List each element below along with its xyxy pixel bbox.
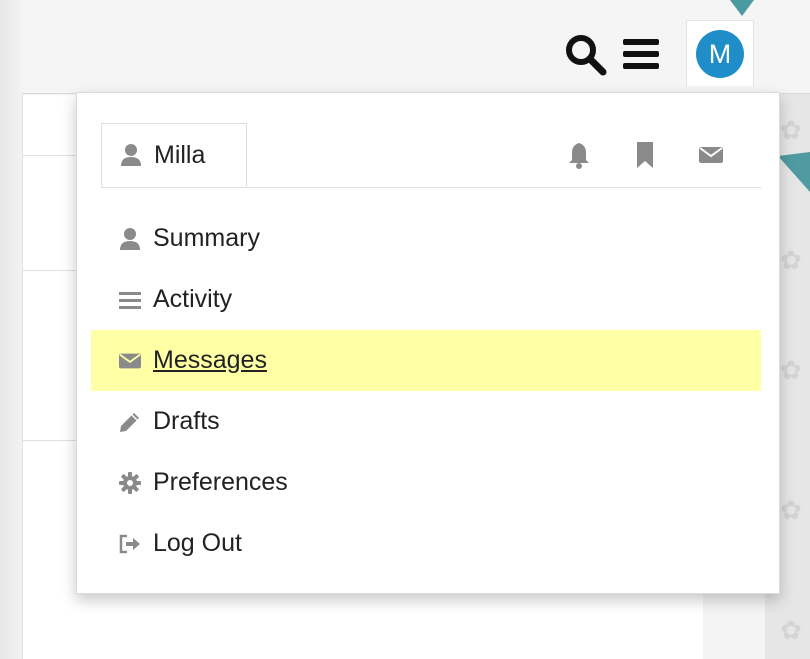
cog-icon (119, 471, 141, 494)
user-icon (120, 227, 140, 250)
menu-item-log-out[interactable]: Log Out (91, 513, 761, 574)
pencil-icon (120, 412, 139, 432)
menu-item-summary[interactable]: Summary (91, 208, 761, 269)
bell-icon (569, 143, 589, 169)
user-menu-button[interactable]: M (686, 20, 754, 86)
menu-item-messages[interactable]: Messages (91, 330, 761, 391)
search-icon (566, 35, 607, 76)
envelope-icon (119, 353, 141, 368)
menu-button[interactable] (616, 30, 666, 78)
menu-item-label: Messages (153, 346, 267, 374)
notifications-tab[interactable] (565, 139, 593, 171)
user-panel-tabs: Milla (101, 123, 761, 188)
menu-item-activity[interactable]: Activity (91, 269, 761, 330)
avatar: M (696, 29, 744, 78)
menu-item-label: Preferences (153, 468, 288, 496)
content-divider (22, 440, 82, 441)
pattern-tile: ✿ (780, 615, 802, 645)
menu-item-label: Summary (153, 224, 260, 252)
menu-item-label: Drafts (153, 407, 220, 435)
content-divider (22, 155, 82, 156)
menu-item-label: Log Out (153, 529, 242, 557)
sign-out-icon (119, 534, 140, 553)
envelope-icon (699, 147, 723, 163)
bookmark-icon (637, 142, 653, 168)
search-button[interactable] (560, 30, 610, 78)
user-menu-list: Summary Activity Messages Drafts Prefere… (91, 208, 761, 574)
content-divider (22, 270, 82, 271)
menu-item-preferences[interactable]: Preferences (91, 452, 761, 513)
callout-arrow (730, 0, 754, 16)
user-icon (121, 144, 141, 166)
left-edge (0, 0, 24, 659)
user-menu-dropdown: Milla Summary Activity Messages Drafts P… (76, 92, 780, 594)
messages-tab[interactable] (697, 139, 725, 171)
menu-item-drafts[interactable]: Drafts (91, 391, 761, 452)
bookmarks-tab[interactable] (631, 139, 659, 171)
user-name: Milla (154, 140, 206, 169)
hamburger-icon (623, 39, 659, 69)
user-panel-quick-icons (565, 139, 725, 171)
menu-item-label: Activity (153, 285, 233, 313)
tab-user-profile[interactable]: Milla (101, 123, 247, 187)
list-icon (119, 291, 141, 309)
